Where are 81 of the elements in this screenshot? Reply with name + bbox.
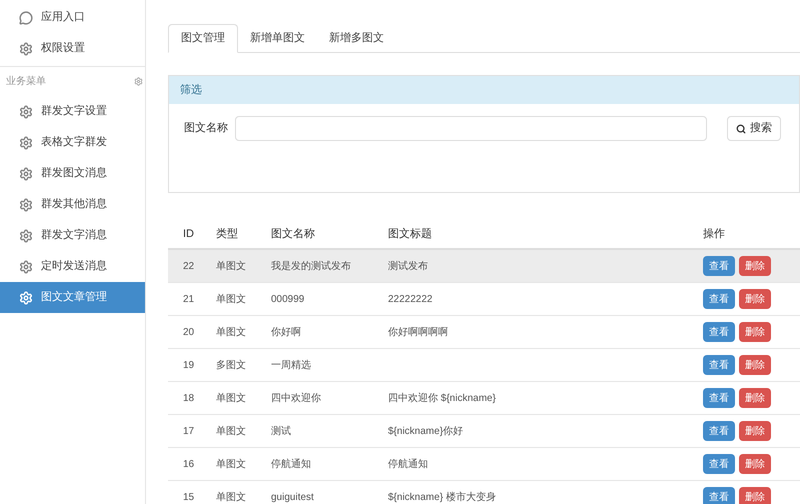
view-button[interactable]: 查看 (703, 487, 735, 504)
column-header: 图文名称 (271, 228, 315, 240)
table-cell: 单图文 (216, 392, 246, 404)
section-title: 业务菜单 (6, 74, 46, 89)
table-cell: 16 (183, 458, 194, 470)
sidebar-item[interactable]: 群发文字设置 (0, 96, 145, 127)
field-label: 图文名称 (184, 120, 229, 136)
table-cell: 测试 (271, 426, 291, 436)
gear-icon (19, 166, 33, 180)
column-header: 类型 (216, 228, 238, 240)
table-cell: 测试发布 (388, 260, 428, 272)
view-button[interactable]: 查看 (703, 355, 735, 375)
sidebar-item[interactable]: 应用入口 (0, 2, 145, 33)
gear-icon (19, 290, 33, 304)
delete-button[interactable]: 删除 (739, 289, 771, 309)
sidebar-item[interactable]: 图文文章管理 (0, 282, 145, 313)
column-header: 图文标题 (388, 228, 432, 240)
view-button[interactable]: 查看 (703, 454, 735, 474)
sidebar-item[interactable]: 群发其他消息 (0, 189, 145, 220)
table-cell: 多图文 (216, 360, 246, 370)
table-cell: 21 (183, 294, 194, 304)
table-cell: 四中欢迎你 ${nickname} (388, 392, 496, 404)
search-button[interactable]: 搜索 (727, 116, 781, 141)
table-cell: 19 (183, 360, 194, 370)
table-cell: 四中欢迎你 (271, 392, 321, 404)
table-cell: 18 (183, 392, 194, 404)
table-cell: 我是发的测试发布 (271, 260, 351, 272)
view-button[interactable]: 查看 (703, 256, 735, 276)
delete-button[interactable]: 删除 (739, 256, 771, 276)
sidebar-item[interactable]: 定时发送消息 (0, 251, 145, 282)
sidebar-item[interactable]: 表格文字群发 (0, 127, 145, 158)
table-cell: 单图文 (216, 260, 246, 272)
search-icon (736, 124, 746, 134)
tab[interactable]: 新增单图文 (238, 24, 317, 53)
table-cell: 你好啊 (271, 326, 301, 338)
table-cell: guiguitest (271, 492, 314, 502)
table-cell: 20 (183, 326, 194, 338)
table-cell: 22222222 (388, 294, 432, 304)
table-cell: 单图文 (216, 492, 246, 502)
table-cell: 一周精选 (271, 360, 311, 370)
table-cell: 单图文 (216, 294, 246, 304)
table-cell: 22 (183, 260, 194, 272)
gear-icon (19, 198, 33, 212)
table-cell: ${nickname}你好 (388, 426, 464, 436)
gear-icon (19, 260, 33, 274)
table-cell: 你好啊啊啊啊 (388, 326, 448, 338)
name-field[interactable] (235, 116, 707, 141)
view-button[interactable]: 查看 (703, 421, 735, 441)
tab[interactable]: 图文管理 (168, 24, 238, 53)
table-cell: 停航通知 (388, 458, 428, 470)
delete-button[interactable]: 删除 (739, 454, 771, 474)
table-cell: 单图文 (216, 326, 246, 338)
sidebar-item[interactable]: 权限设置 (0, 33, 145, 64)
table-cell: 停航通知 (271, 458, 311, 470)
table-cell: 000999 (271, 294, 304, 304)
gear-icon (19, 42, 33, 56)
view-button[interactable]: 查看 (703, 289, 735, 309)
gear-icon (19, 228, 33, 242)
chat-bubble-icon (19, 10, 33, 24)
table-row[interactable]: 22 单图文 我是发的测试发布 测试发布 查看 删除 (168, 250, 800, 283)
table-cell: ${nickname} 楼市大变身 (388, 492, 496, 502)
column-header: ID (183, 228, 194, 240)
gear-icon[interactable] (134, 77, 143, 86)
panel-title: 筛选 (180, 82, 202, 98)
delete-button[interactable]: 删除 (739, 388, 771, 408)
view-button[interactable]: 查看 (703, 388, 735, 408)
delete-button[interactable]: 删除 (739, 355, 771, 375)
table-cell: 17 (183, 426, 194, 436)
sidebar-item[interactable]: 群发文字消息 (0, 220, 145, 251)
column-header: 操作 (703, 228, 725, 240)
view-button[interactable]: 查看 (703, 322, 735, 342)
delete-button[interactable]: 删除 (739, 322, 771, 342)
table-cell: 单图文 (216, 426, 246, 436)
sidebar-item[interactable]: 群发图文消息 (0, 158, 145, 189)
tab[interactable]: 新增多图文 (317, 24, 396, 53)
table-cell: 单图文 (216, 458, 246, 470)
gear-icon (19, 104, 33, 118)
gear-icon (19, 136, 33, 150)
table-cell: 15 (183, 492, 194, 502)
delete-button[interactable]: 删除 (739, 487, 771, 504)
delete-button[interactable]: 删除 (739, 421, 771, 441)
